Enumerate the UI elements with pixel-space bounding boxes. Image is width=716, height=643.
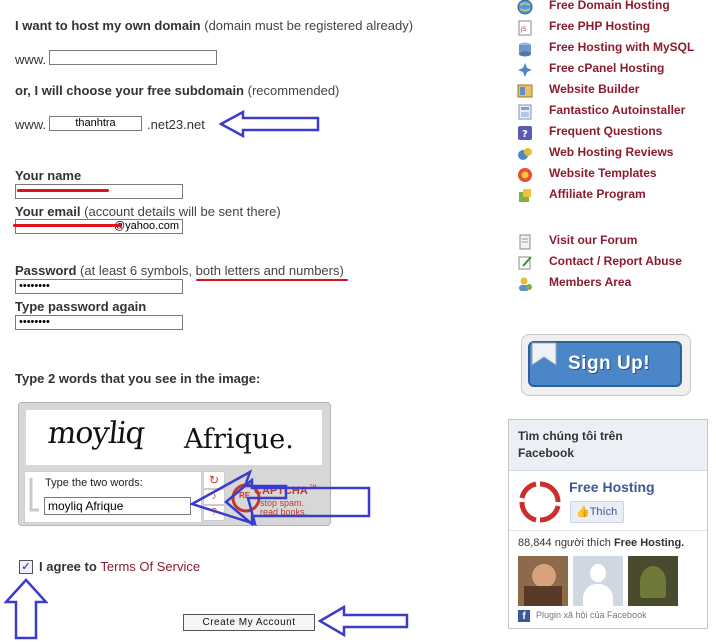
facebook-icon: f xyxy=(518,610,530,622)
create-account-button[interactable]: Create My Account xyxy=(183,614,315,631)
signup-frame: Sign Up! xyxy=(521,334,691,396)
globe-icon xyxy=(517,0,533,15)
captcha-word-1: moyliq xyxy=(46,416,146,451)
members-icon xyxy=(517,276,533,292)
forum-icon xyxy=(517,234,533,250)
fan-avatar-1[interactable] xyxy=(518,556,568,606)
nav-item-label[interactable]: Free PHP Hosting xyxy=(549,19,650,33)
reviews-icon xyxy=(517,146,533,162)
affiliate-icon xyxy=(517,188,533,204)
annotation-arrow-subdomain xyxy=(219,110,320,138)
captcha-bracket-icon xyxy=(29,478,39,512)
annotation-arrow-submit xyxy=(318,605,409,637)
php-file-icon: JS xyxy=(517,20,533,36)
nav-item-label[interactable]: Contact / Report Abuse xyxy=(549,254,682,268)
database-icon xyxy=(517,41,533,57)
cpanel-icon xyxy=(517,62,533,78)
nav-item-label[interactable]: Visit our Forum xyxy=(549,233,637,247)
fan-avatar-2[interactable] xyxy=(573,556,623,606)
fan-avatar-3[interactable] xyxy=(628,556,678,606)
subdomain-heading: or, I will choose your free subdomain (r… xyxy=(15,83,340,98)
facebook-like-box: Tìm chúng tôi trên Facebook Free Hosting… xyxy=(508,419,708,629)
password-heading: Password (at least 6 symbols, both lette… xyxy=(15,263,344,278)
www-label-2: www. xyxy=(15,117,47,132)
own-domain-heading: I want to host my own domain (domain mus… xyxy=(15,18,414,33)
nav-item-label[interactable]: Web Hosting Reviews xyxy=(549,145,673,159)
password-again-label: Type password again xyxy=(15,299,147,314)
own-domain-input[interactable] xyxy=(49,50,217,65)
page-logo-icon[interactable] xyxy=(518,480,562,524)
nav-item-label[interactable]: Website Builder xyxy=(549,82,639,96)
nav-item-label[interactable]: Free Hosting with MySQL xyxy=(549,40,694,54)
nav-item-label[interactable]: Members Area xyxy=(549,275,631,289)
annotation-arrow-recaptcha xyxy=(224,478,371,526)
captcha-word-2: Afrique. xyxy=(184,424,294,455)
annotation-arrow-checkbox xyxy=(4,578,48,640)
terms-link[interactable]: Terms Of Service xyxy=(100,559,200,574)
installer-icon xyxy=(517,104,533,120)
facebook-header-text: Tìm chúng tôi trên Facebook xyxy=(518,429,623,460)
facebook-plugin-text: Plugin xã hội của Facebook xyxy=(536,610,647,620)
facebook-page-name[interactable]: Free Hosting xyxy=(569,479,655,495)
nav-item-label[interactable]: Free Domain Hosting xyxy=(549,0,670,12)
password-again-input[interactable]: •••••••• xyxy=(15,315,183,330)
divider xyxy=(509,530,707,531)
redaction-mark-email xyxy=(13,224,121,227)
redaction-mark-name xyxy=(17,189,109,192)
svg-text:?: ? xyxy=(522,129,528,140)
name-label: Your name xyxy=(15,168,82,183)
password-input[interactable]: •••••••• xyxy=(15,279,183,294)
captcha-response-input[interactable]: moyliq Afrique xyxy=(44,497,191,515)
facebook-like-button[interactable]: 👍Thích xyxy=(570,501,624,523)
nav-item-label[interactable]: Website Templates xyxy=(549,166,657,180)
captcha-input-label: Type the two words: xyxy=(45,477,143,489)
www-label: www. xyxy=(15,52,47,67)
badge-icon xyxy=(531,342,557,366)
annotation-underline-password xyxy=(196,279,348,281)
terms-checkbox[interactable]: ✓ xyxy=(19,560,33,574)
nav-item-label[interactable]: Affiliate Program xyxy=(549,187,646,201)
subdomain-input[interactable]: thanhtra xyxy=(49,116,142,131)
terms-agree-text: I agree to xyxy=(39,559,97,574)
signup-button[interactable]: Sign Up! xyxy=(528,341,682,387)
help-icon: ? xyxy=(517,125,533,141)
svg-text:JS: JS xyxy=(520,26,527,33)
nav-item-label[interactable]: Free cPanel Hosting xyxy=(549,61,664,75)
captcha-input-panel: Type the two words: moyliq Afrique xyxy=(24,471,202,523)
signup-label: Sign Up! xyxy=(568,353,651,374)
nav-item-label[interactable]: Fantastico Autoinstaller xyxy=(549,103,685,117)
subdomain-suffix: .net23.net xyxy=(147,117,205,132)
terms-row: I agree to Terms Of Service xyxy=(39,559,200,574)
email-heading: Your email (account details will be sent… xyxy=(15,204,281,219)
captcha-image: moyliq Afrique. xyxy=(26,410,322,465)
nav-item-label[interactable]: Frequent Questions xyxy=(549,124,662,138)
thumbs-up-icon: 👍 xyxy=(576,506,590,518)
facebook-like-count: 88,844 người thích Free Hosting. xyxy=(518,537,685,549)
templates-icon xyxy=(517,167,533,183)
facebook-header: Tìm chúng tôi trên Facebook xyxy=(509,420,707,471)
captcha-instruction: Type 2 words that you see in the image: xyxy=(15,371,261,386)
contact-icon xyxy=(517,255,533,271)
builder-icon xyxy=(517,83,533,99)
